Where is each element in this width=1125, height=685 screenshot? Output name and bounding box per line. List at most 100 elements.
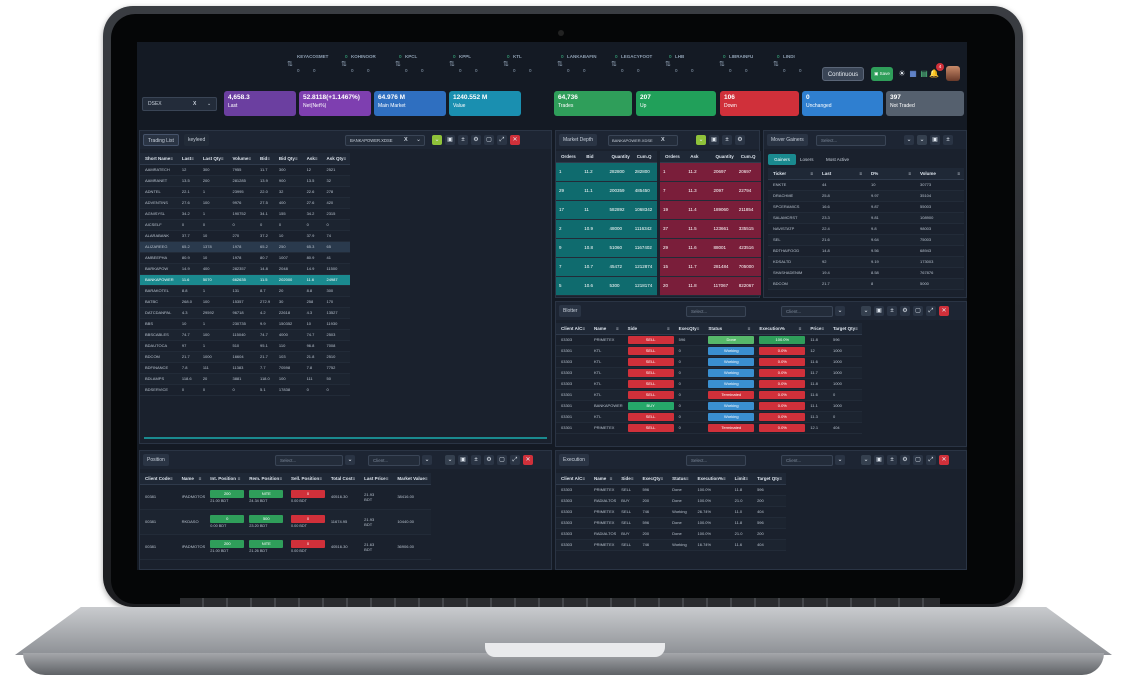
clear-icon[interactable]: X xyxy=(193,98,196,110)
filter-icon[interactable]: ≡ xyxy=(238,476,241,481)
column-header[interactable]: Last ≡ xyxy=(176,153,198,165)
expand-icon[interactable]: ⤢ xyxy=(926,306,936,316)
subtab-most-active[interactable]: Most Active xyxy=(826,154,862,165)
table-row[interactable]: ALIZAREEG 65.2 1378 1978 65.2 250 65.3 65 xyxy=(140,241,351,253)
depth-row[interactable]: 2 10.9 48000 1116342 xyxy=(556,219,657,239)
chevron-down-icon[interactable]: ⌄ xyxy=(835,306,845,316)
plus-minus-icon[interactable]: ± xyxy=(943,135,953,145)
filter-icon[interactable]: ≡ xyxy=(697,326,700,331)
depth-instrument-select[interactable]: BANKAPOWER.XDSE X xyxy=(608,135,678,146)
order-row[interactable]: 03303 PRIMETEX SELL 746 Working 26.74% 11.0 404 xyxy=(556,506,786,518)
depth-row[interactable]: 1 11.2 20697 20697 xyxy=(660,162,761,182)
filter-icon[interactable]: ≡ xyxy=(170,476,173,481)
plus-minus-icon[interactable]: ± xyxy=(471,455,481,465)
order-row[interactable]: 03301 BANKAPOWER BUY 0 Working 0.0% 11.1 1000 xyxy=(556,400,862,412)
column-header[interactable]: Last Qty ≡ xyxy=(197,153,228,165)
table-row[interactable]: BDCOM 21.7 1000 16604 21.7 103 21.8 2510 xyxy=(140,351,351,363)
column-header[interactable]: Client A/C ≡ xyxy=(556,323,589,335)
table-row[interactable]: BARAKOTEL 8.8 1 131 8.7 20 8.8 300 xyxy=(140,285,351,297)
filter-icon[interactable]: ≡ xyxy=(957,171,960,176)
position-client-select[interactable]: Client... xyxy=(368,455,420,466)
table-row[interactable]: BDAUTOCA 97 1 510 95.1 110 96.8 7008 xyxy=(140,340,351,352)
column-header[interactable]: Total Cost ≡ xyxy=(325,473,360,485)
filter-icon[interactable]: ≡ xyxy=(667,326,670,331)
filter-icon[interactable]: ≡ xyxy=(631,476,634,481)
order-row[interactable]: 03303 PRIMETEX SELL 596 Done 100.0% 11.8 596 xyxy=(556,484,786,496)
calendar-icon[interactable]: ▤ xyxy=(919,67,929,81)
plus-minus-icon[interactable]: ± xyxy=(887,455,897,465)
column-header[interactable]: Last ≡ xyxy=(817,168,866,180)
gear-icon[interactable]: ⚙ xyxy=(735,135,745,145)
gear-icon[interactable]: ⚙ xyxy=(471,135,481,145)
column-header[interactable]: Execution% ≡ xyxy=(754,323,806,335)
column-header[interactable]: Bid ≡ xyxy=(255,153,274,165)
column-header[interactable]: D% ≡ xyxy=(866,168,915,180)
column-header[interactable]: Side ≡ xyxy=(622,323,674,335)
filter-icon[interactable]: ≡ xyxy=(425,476,428,481)
column-header[interactable]: Int. Position ≡ xyxy=(205,473,245,485)
filter-icon[interactable]: ≡ xyxy=(686,476,689,481)
depth-row[interactable]: 15 11.7 281484 705000 xyxy=(660,257,761,277)
filter-icon[interactable]: ≡ xyxy=(855,326,858,331)
blotter-select[interactable]: Select... xyxy=(686,306,746,317)
plus-minus-icon[interactable]: ± xyxy=(722,135,732,145)
continuous-button[interactable]: Continuous xyxy=(822,67,864,81)
filter-icon[interactable]: ≡ xyxy=(248,156,251,161)
subtab-gainers[interactable]: Gainers xyxy=(768,154,796,165)
depth-row[interactable]: 1 11.2 282800 282800 xyxy=(556,162,657,182)
filter-toggle-icon[interactable]: ⌄ xyxy=(445,455,455,465)
avatar[interactable] xyxy=(946,66,960,81)
expand-icon[interactable]: ⤢ xyxy=(510,455,520,465)
column-header[interactable]: Side ≡ xyxy=(616,473,638,485)
column-header[interactable]: Name ≡ xyxy=(176,473,206,485)
table-row[interactable]: ALARABANK 37.7 10 270 37.2 10 37.9 74 xyxy=(140,230,351,242)
column-header[interactable]: Orders xyxy=(556,151,582,163)
filter-icon[interactable]: ≡ xyxy=(810,171,813,176)
column-header[interactable]: Name ≡ xyxy=(588,323,623,335)
depth-row[interactable]: 37 11.5 123661 335515 xyxy=(660,219,761,239)
table-row[interactable]: NAVISTATP 22.4 9.8 98003 xyxy=(768,223,964,235)
save-button[interactable]: ▣ Save xyxy=(871,67,893,81)
expand-icon[interactable]: ⤢ xyxy=(497,135,507,145)
column-header[interactable]: Ask Qty ≡ xyxy=(321,153,351,165)
save-icon[interactable]: ▣ xyxy=(458,455,468,465)
column-header[interactable]: Price ≡ xyxy=(805,323,828,335)
filter-toggle-icon[interactable]: ⌄ xyxy=(861,455,871,465)
filter-icon[interactable]: ≡ xyxy=(779,476,782,481)
horizontal-scrollbar[interactable] xyxy=(144,437,547,439)
filter-icon[interactable]: ≡ xyxy=(295,156,298,161)
chevron-down-icon[interactable]: ⌄ xyxy=(422,455,432,465)
chevron-down-icon[interactable]: ⌄ xyxy=(345,455,355,465)
table-row[interactable]: SEL 21.6 9.64 75003 xyxy=(768,234,964,246)
tab-trading-list[interactable]: Trading List xyxy=(143,134,179,146)
filter-icon[interactable]: ≡ xyxy=(660,476,663,481)
gear-icon[interactable]: ⚙ xyxy=(900,455,910,465)
filter-icon[interactable]: ≡ xyxy=(191,156,194,161)
order-row[interactable]: 03303 KTL SELL 0 Working 0.0% 11.7 1000 xyxy=(556,367,862,379)
table-row[interactable]: DRACHME 25.8 9.97 35104 xyxy=(768,190,964,202)
filter-icon[interactable]: ≡ xyxy=(748,326,751,331)
filter-icon[interactable]: ≡ xyxy=(582,476,585,481)
table-row[interactable]: BBSCABLES 74.7 100 115040 74.7 4000 74.7 2503 xyxy=(140,329,351,341)
filter-icon[interactable]: ≡ xyxy=(199,476,202,481)
table-row[interactable]: BDLAMPS 118.6 20 3881 118.0 100 111 50 xyxy=(140,373,351,385)
table-row[interactable]: KDSALTD 92 9.19 173003 xyxy=(768,256,964,268)
exchange-select[interactable]: DSEX X ⌄ xyxy=(142,97,217,111)
column-header[interactable]: Cum.Q xyxy=(631,151,657,163)
save-icon[interactable]: ▣ xyxy=(445,135,455,145)
filter-icon[interactable]: ≡ xyxy=(221,156,224,161)
position-row[interactable]: 00381 RKDASO 0 0.00 BDT 500 23.20 BDT 0 0.00 BD… xyxy=(140,509,432,535)
column-header[interactable]: Market Value ≡ xyxy=(392,473,432,485)
save-icon[interactable]: ▣ xyxy=(874,306,884,316)
filter-toggle-icon[interactable]: ⌄ xyxy=(696,135,706,145)
window-icon[interactable]: ▢ xyxy=(913,306,923,316)
expand-icon[interactable]: ⤢ xyxy=(926,455,936,465)
gear-icon[interactable]: ⚙ xyxy=(900,306,910,316)
column-header[interactable]: Status ≡ xyxy=(703,323,755,335)
column-header[interactable]: Ask ≡ xyxy=(301,153,322,165)
filter-icon[interactable]: ≡ xyxy=(279,476,282,481)
sun-icon[interactable]: ☀ xyxy=(897,67,907,81)
gear-icon[interactable]: ⚙ xyxy=(484,455,494,465)
blotter-client-select[interactable]: Client... xyxy=(781,306,833,317)
tab-keyleed[interactable]: keyleed xyxy=(184,134,210,146)
